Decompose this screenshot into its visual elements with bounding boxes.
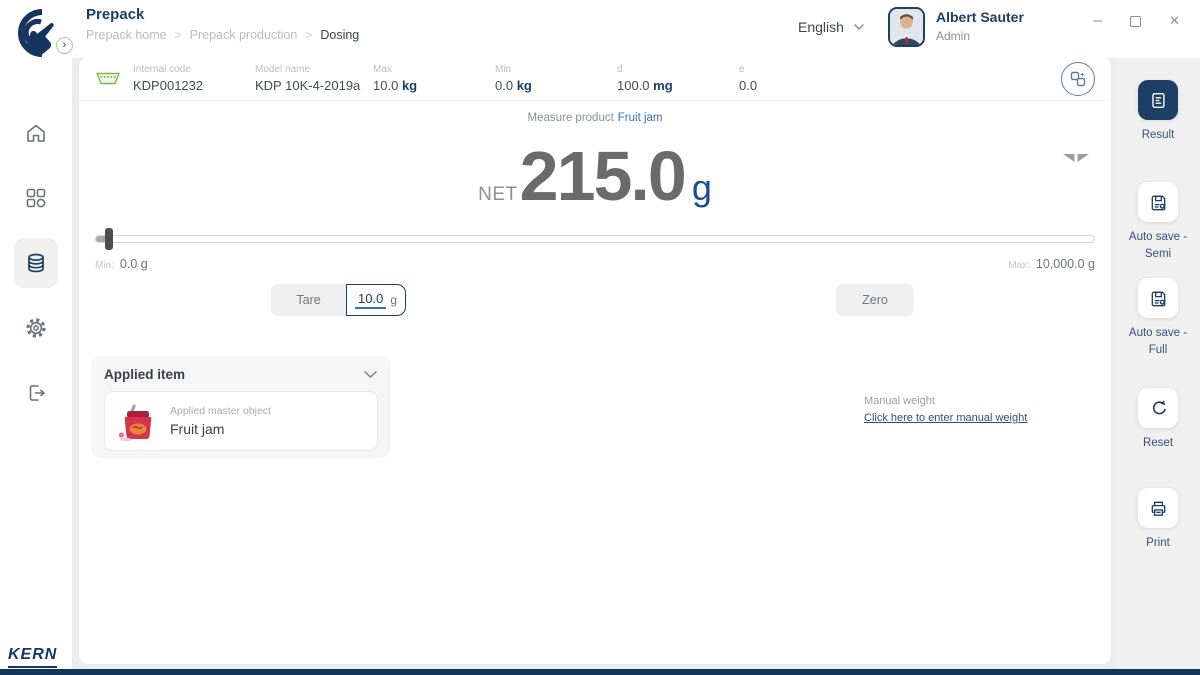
manual-weight-link[interactable]: Click here to enter manual weight [864, 412, 1027, 424]
reset-undo-icon [1148, 398, 1168, 418]
device-field-model-name: Model name KDP 10K-4-2019a [255, 64, 373, 93]
sidebar-item-database[interactable] [14, 238, 58, 288]
result-document-icon [1148, 90, 1168, 110]
tare-control: Tare 10.0 g [271, 284, 406, 316]
range-max: Max:10,000.0 g [1008, 255, 1095, 273]
page-title: Prepack [86, 6, 359, 23]
chevron-down-icon[interactable] [363, 370, 378, 379]
breadcrumb-current: Dosing [320, 28, 359, 42]
sidebar: › [0, 0, 72, 675]
breadcrumb-section[interactable]: Prepack production [190, 28, 298, 42]
swap-devices-icon [1068, 69, 1088, 89]
breadcrumb: Prepack home > Prepack production > Dosi… [86, 28, 359, 42]
apps-grid-icon [24, 186, 48, 210]
save-floppy-icon [1148, 192, 1169, 213]
print-button[interactable]: Print [1116, 488, 1200, 552]
applied-object-label: Applied master object [170, 405, 271, 417]
header: Prepack Prepack home > Prepack productio… [0, 0, 1200, 58]
touch-hand-logo-icon [8, 4, 62, 65]
applied-item-title: Applied item [104, 367, 185, 382]
fruit-jam-image [115, 399, 159, 443]
printer-icon [1148, 498, 1169, 519]
chevron-down-icon [853, 23, 865, 31]
zero-button[interactable]: Zero [836, 284, 914, 316]
reset-button[interactable]: Reset [1116, 388, 1200, 452]
applied-object-text: Applied master object Fruit jam [170, 405, 271, 437]
breadcrumb-home[interactable]: Prepack home [86, 28, 167, 42]
reset-tile[interactable] [1138, 388, 1178, 428]
user-info[interactable]: Albert Sauter Admin [936, 9, 1024, 43]
auto-save-full-button[interactable]: Auto save - Full [1116, 278, 1200, 358]
scale-connection-port-icon [95, 71, 121, 86]
weight-range-slider[interactable] [95, 235, 1095, 243]
weight-unit: g [692, 167, 712, 209]
device-field-internal-code: Internal code KDP001232 [133, 64, 255, 93]
home-icon [24, 121, 48, 145]
weight-value: 215.0 [520, 143, 685, 210]
range-min: Min:0.0 g [95, 255, 148, 273]
kern-logo: KERN [8, 646, 57, 668]
auto-save-full-tile[interactable] [1138, 278, 1178, 318]
user-role: Admin [936, 29, 1024, 43]
switch-device-button[interactable] [1061, 62, 1095, 96]
weight-mode-label: NET [478, 184, 518, 206]
manual-weight-label: Manual weight [864, 395, 1027, 407]
title-block: Prepack Prepack home > Prepack productio… [86, 6, 359, 42]
tare-value: 10.0 [355, 291, 386, 309]
language-selector[interactable]: English [798, 19, 865, 35]
applied-object-name: Fruit jam [170, 421, 271, 437]
save-floppy-icon [1148, 288, 1169, 309]
logout-icon [24, 381, 48, 405]
tare-value-input[interactable]: 10.0 g [346, 284, 406, 316]
main-card: Internal code KDP001232 Model name KDP 1… [78, 56, 1112, 665]
measure-product-line: Measure product Fruit jam [79, 112, 1111, 124]
breadcrumb-separator: > [175, 28, 182, 42]
device-info-bar: Internal code KDP001232 Model name KDP 1… [79, 57, 1111, 101]
slider-handle[interactable] [105, 228, 113, 250]
sidebar-item-settings[interactable] [14, 306, 58, 350]
measure-label: Measure product [527, 112, 613, 124]
tare-unit: g [390, 293, 397, 307]
sidebar-expand-button[interactable]: › [56, 37, 73, 54]
language-label: English [798, 19, 844, 35]
device-field-max: Max 10.0 kg [373, 64, 495, 93]
auto-save-semi-button[interactable]: Auto save - Semi [1116, 182, 1200, 262]
window-bottom-edge [0, 669, 1200, 675]
device-field-min: Min 0.0 kg [495, 64, 617, 93]
gear-icon [24, 316, 48, 340]
weight-display: NET 215.0 g [79, 143, 1111, 210]
window-controls: – ✕ [1093, 12, 1180, 30]
tare-button[interactable]: Tare [271, 284, 346, 316]
device-field-d: d 100.0 mg [617, 64, 739, 93]
action-bar: Result Auto save - Semi [1116, 56, 1200, 669]
measure-product-name: Fruit jam [618, 112, 663, 124]
sidebar-item-home[interactable] [14, 111, 58, 155]
sidebar-item-logout[interactable] [14, 371, 58, 415]
minimize-button[interactable]: – [1093, 12, 1102, 30]
avatar-photo [890, 9, 923, 45]
applied-master-object-card: Applied master object Fruit jam [104, 391, 378, 451]
user-name: Albert Sauter [936, 9, 1024, 25]
database-icon [24, 251, 48, 275]
close-button[interactable]: ✕ [1169, 13, 1180, 29]
manual-weight-section: Manual weight Click here to enter manual… [864, 395, 1027, 424]
print-tile[interactable] [1138, 488, 1178, 528]
device-field-e: e 0.0 [739, 64, 861, 93]
result-button[interactable]: Result [1116, 80, 1200, 144]
applied-item-header[interactable]: Applied item [104, 367, 378, 382]
maximize-button[interactable] [1130, 16, 1141, 27]
applied-item-panel: Applied item Applied master object Fruit… [91, 356, 391, 458]
avatar[interactable] [888, 7, 925, 47]
breadcrumb-separator: > [305, 28, 312, 42]
result-tile[interactable] [1138, 80, 1178, 120]
app-window: Prepack Prepack home > Prepack productio… [0, 0, 1200, 675]
sidebar-item-apps[interactable] [14, 176, 58, 220]
auto-save-semi-tile[interactable] [1138, 182, 1178, 222]
